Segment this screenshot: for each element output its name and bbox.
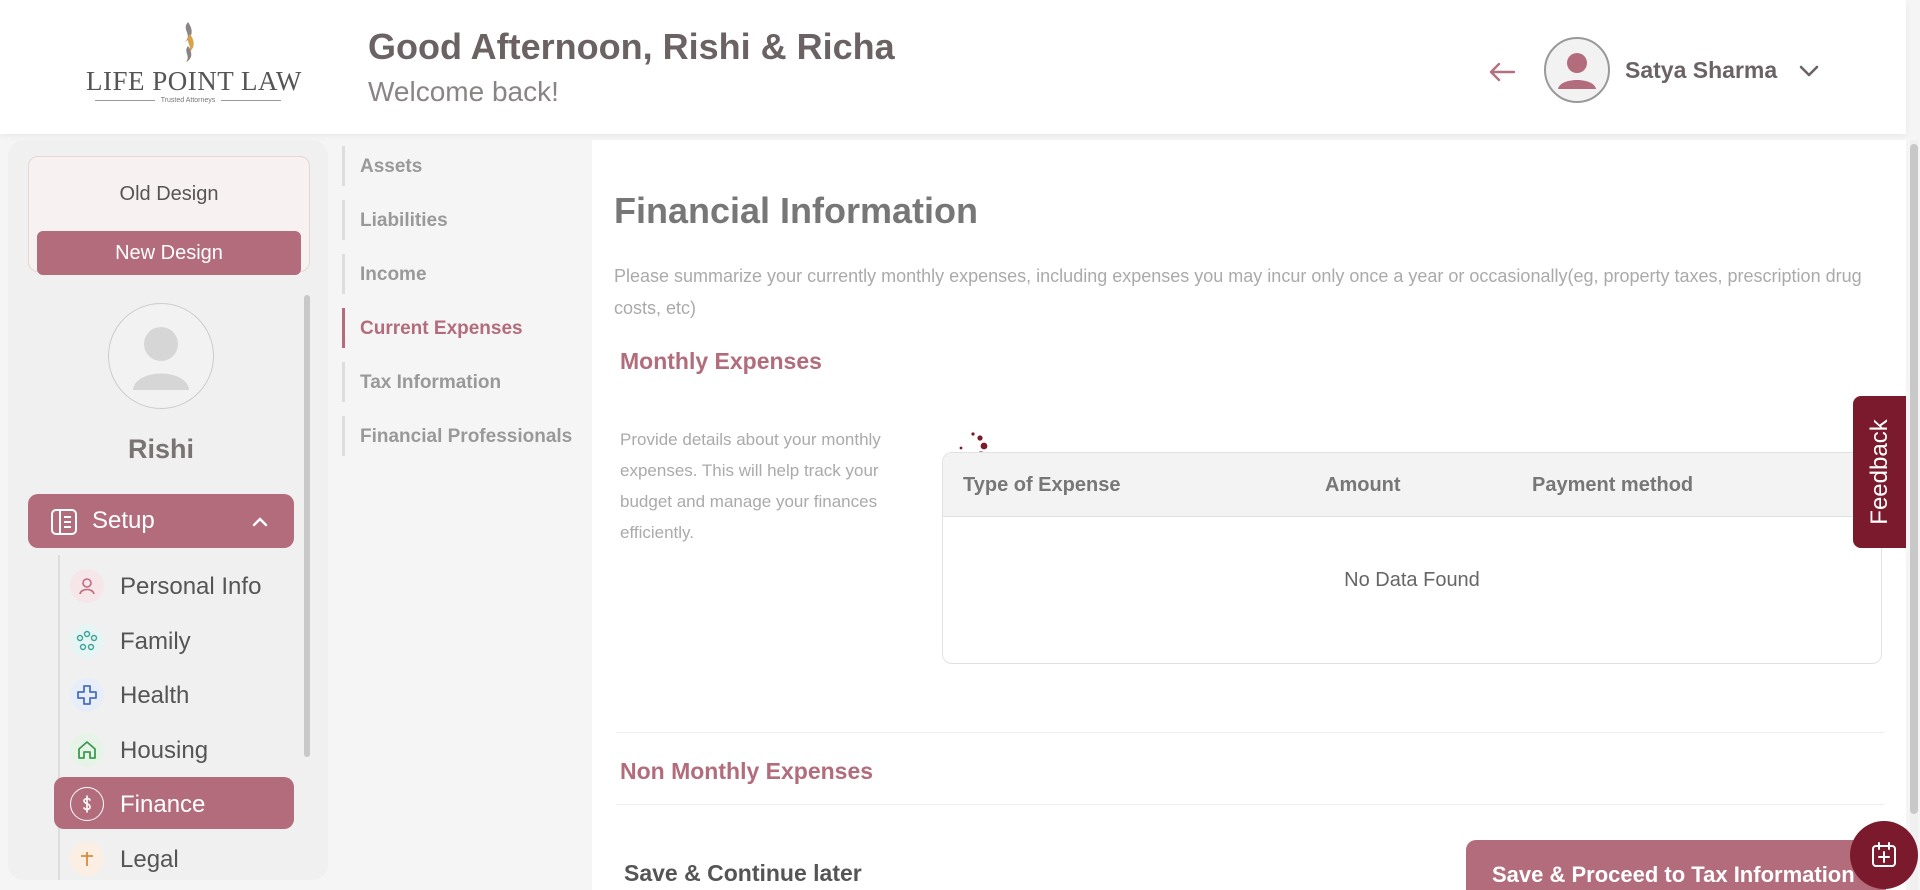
section-nav-income[interactable]: Income	[342, 254, 582, 294]
top-header: LIFE POINT LAW Trusted Attorneys Good Af…	[0, 0, 1906, 134]
setup-menu-toggle[interactable]: Setup	[28, 494, 294, 548]
setup-panel-icon	[51, 509, 77, 535]
monthly-expenses-heading: Monthly Expenses	[620, 348, 822, 374]
divider	[616, 732, 1884, 733]
section-nav-tax-information[interactable]: Tax Information	[342, 362, 582, 402]
health-cross-icon	[70, 678, 104, 712]
sidebar-item-label: Family	[120, 628, 191, 655]
monthly-expenses-table: Type of Expense Amount Payment method No…	[942, 452, 1882, 664]
column-header-type[interactable]: Type of Expense	[963, 474, 1120, 497]
profile-name: Rishi	[127, 434, 194, 464]
sidebar-item-family[interactable]: Family	[54, 614, 294, 666]
person-icon	[70, 569, 104, 603]
sidebar-item-label: Finance	[120, 791, 206, 818]
table-header: Type of Expense Amount Payment method	[943, 453, 1881, 517]
chevron-down-icon[interactable]	[1796, 58, 1822, 84]
sidebar-item-finance[interactable]: Finance	[54, 777, 294, 829]
save-proceed-button[interactable]: Save & Proceed to Tax Information	[1466, 840, 1886, 890]
welcome-subtitle: Welcome back!	[368, 76, 559, 107]
sidebar-item-label: Legal	[120, 846, 179, 873]
divider	[616, 804, 1884, 805]
flame-logo-icon	[185, 22, 194, 62]
monthly-expenses-description: Provide details about your monthly expen…	[620, 430, 881, 542]
non-monthly-expenses-heading[interactable]: Non Monthly Expenses	[620, 758, 873, 785]
logo[interactable]: LIFE POINT LAW Trusted Attorneys	[86, 20, 302, 110]
house-icon	[70, 733, 104, 767]
intro-text: Please summarize your currently monthly …	[614, 266, 1862, 318]
sidebar-item-health[interactable]: Health	[54, 668, 294, 720]
family-icon	[70, 624, 104, 658]
sidebar-item-label: Personal Info	[120, 573, 262, 600]
logo-tagline: Trusted Attorneys	[86, 97, 290, 104]
setup-label: Setup	[92, 507, 155, 534]
design-switcher: Old Design New Design	[28, 156, 310, 275]
section-nav-liabilities[interactable]: Liabilities	[342, 200, 582, 240]
sidebar-scrollbar[interactable]	[304, 295, 310, 757]
page-scrollbar[interactable]	[1910, 140, 1918, 890]
sidebar-item-label: Health	[120, 682, 190, 709]
legal-icon	[70, 842, 104, 876]
user-name[interactable]: Satya Sharma	[1625, 57, 1777, 84]
sidebar-item-housing[interactable]: Housing	[54, 723, 294, 775]
section-nav-assets[interactable]: Assets	[342, 146, 582, 186]
column-header-amount[interactable]: Amount	[1325, 474, 1401, 497]
dollar-icon	[70, 787, 104, 821]
profile-avatar[interactable]	[108, 303, 214, 409]
old-design-option[interactable]: Old Design	[29, 183, 309, 206]
new-design-button[interactable]: New Design	[37, 231, 301, 275]
sidebar-item-label: Housing	[120, 737, 209, 764]
sidebar-item-personal-info[interactable]: Personal Info	[54, 559, 294, 611]
greeting-title: Good Afternoon, Rishi & Richa	[368, 26, 895, 67]
left-sidebar: Old Design New Design Rishi Setup Person…	[8, 140, 328, 880]
scrollbar-thumb[interactable]	[1910, 144, 1918, 814]
user-avatar[interactable]	[1544, 37, 1610, 103]
main-panel: Financial Information Please summarize y…	[592, 140, 1906, 890]
section-nav: Assets Liabilities Income Current Expens…	[342, 143, 582, 473]
section-nav-current-expenses[interactable]: Current Expenses	[342, 308, 582, 348]
back-arrow-icon[interactable]	[1486, 56, 1518, 88]
column-header-payment-method[interactable]: Payment method	[1532, 474, 1693, 497]
save-continue-later-button[interactable]: Save & Continue later	[624, 860, 862, 887]
feedback-tab[interactable]: Feedback	[1853, 396, 1906, 548]
section-nav-financial-professionals[interactable]: Financial Professionals	[342, 416, 582, 456]
calendar-plus-icon	[1872, 842, 1896, 867]
page-title: Financial Information	[614, 190, 979, 231]
chevron-up-icon	[252, 517, 268, 527]
calendar-add-button[interactable]	[1850, 821, 1918, 889]
empty-state-text: No Data Found	[1344, 569, 1480, 591]
sidebar-item-legal[interactable]: Legal	[54, 832, 294, 880]
logo-wordmark: LIFE POINT LAW	[86, 66, 302, 96]
feedback-label: Feedback	[1865, 419, 1893, 525]
